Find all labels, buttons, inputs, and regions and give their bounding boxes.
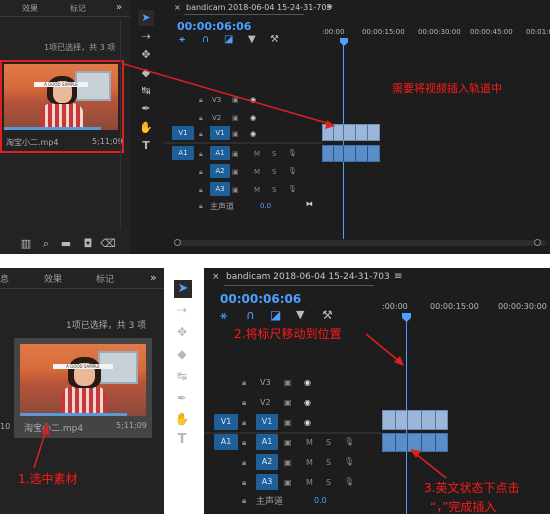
annotation-arrows bbox=[33, 333, 447, 479]
